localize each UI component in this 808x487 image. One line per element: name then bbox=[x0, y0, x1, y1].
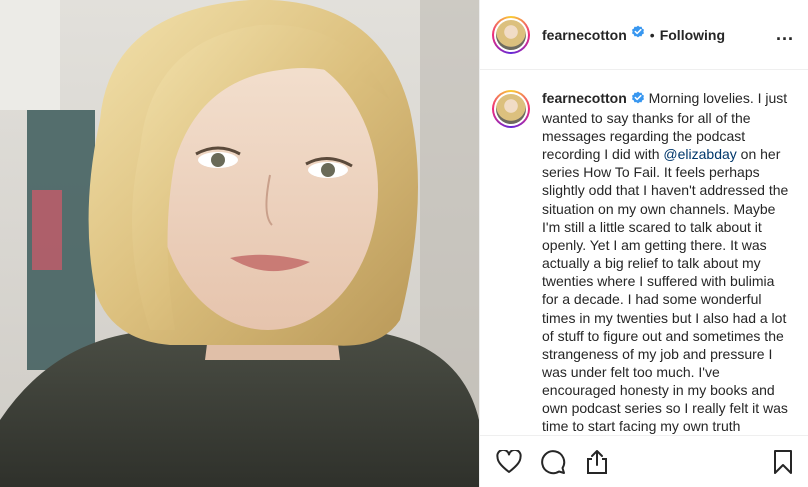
caption-verified-badge-icon bbox=[631, 91, 645, 109]
author-username-link[interactable]: fearnecotton bbox=[542, 27, 627, 43]
mention-link[interactable]: @elizabday bbox=[663, 146, 736, 162]
verified-badge-icon bbox=[631, 25, 645, 44]
bookmark-icon[interactable] bbox=[770, 449, 796, 475]
post-header: fearnecotton • Following ... bbox=[480, 0, 808, 70]
heart-icon[interactable] bbox=[496, 449, 522, 475]
caption-body-part2: on her series How To Fail. It feels perh… bbox=[542, 146, 789, 435]
caption-text: fearnecotton Morning lovelies. I just wa… bbox=[542, 89, 794, 435]
header-separator: • bbox=[649, 26, 655, 43]
post-photo[interactable] bbox=[0, 0, 479, 487]
caption-author-avatar[interactable] bbox=[492, 90, 530, 128]
action-bar bbox=[480, 435, 808, 487]
share-icon[interactable] bbox=[584, 449, 610, 475]
caption-username-link[interactable]: fearnecotton bbox=[542, 90, 627, 106]
caption-section: fearnecotton Morning lovelies. I just wa… bbox=[480, 70, 808, 435]
following-button[interactable]: Following bbox=[660, 27, 725, 43]
author-avatar[interactable] bbox=[492, 15, 530, 54]
instagram-post: fearnecotton • Following ... fearnecotto… bbox=[0, 0, 808, 487]
post-sidebar: fearnecotton • Following ... fearnecotto… bbox=[479, 0, 808, 487]
selfie-illustration bbox=[0, 0, 479, 487]
comment-icon[interactable] bbox=[540, 449, 566, 475]
more-options-icon[interactable]: ... bbox=[776, 24, 794, 45]
